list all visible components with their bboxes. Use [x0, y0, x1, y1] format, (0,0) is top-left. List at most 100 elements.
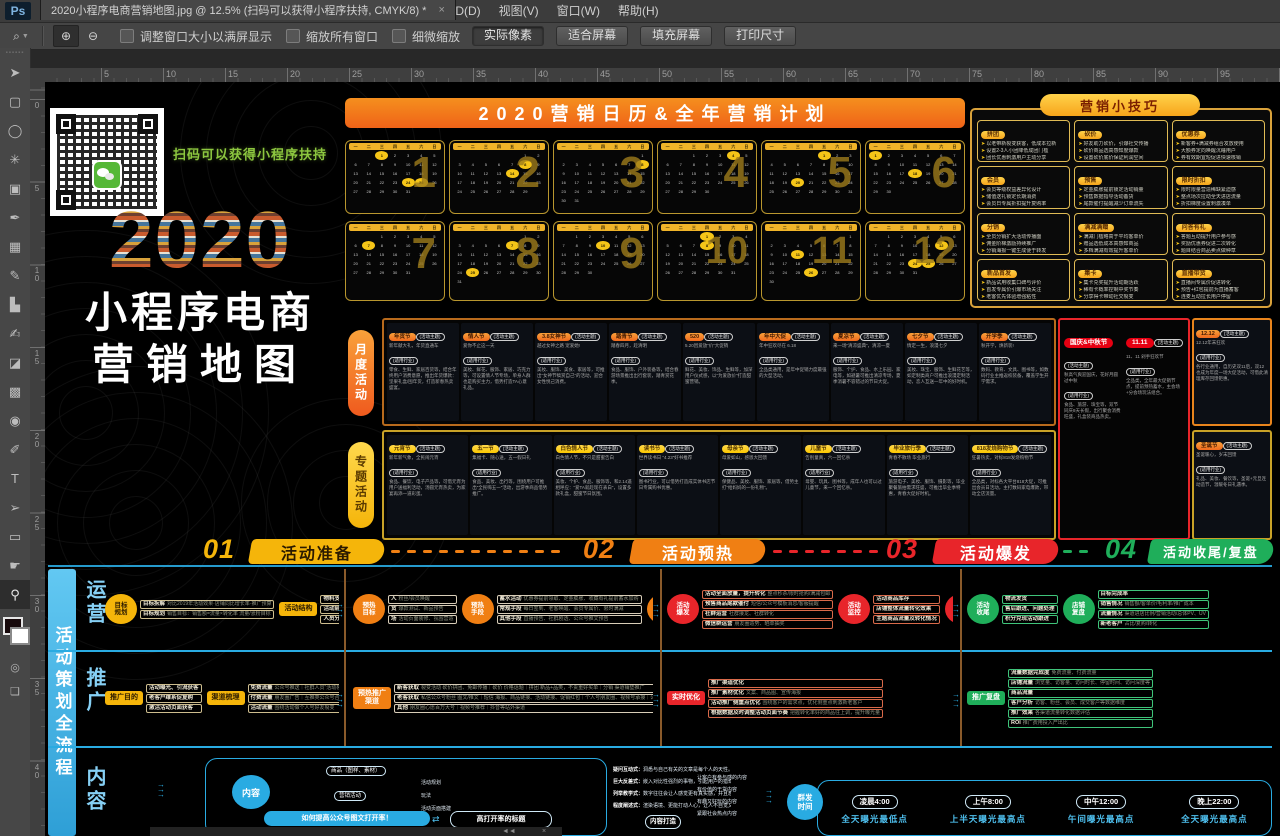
checkbox[interactable]	[392, 29, 406, 43]
mindmap-items: 人粉丝/会员唤醒货爆款测试、新品预告场活动页面装修、氛围营造	[388, 595, 457, 624]
type-tool[interactable]: T	[0, 464, 30, 493]
quick-mask-button[interactable]: ◎	[0, 655, 30, 679]
industry-tag: (适用行业)	[907, 357, 936, 365]
path-select-tool[interactable]: ➢	[0, 493, 30, 522]
options-button[interactable]: 实际像素	[472, 26, 544, 46]
hand-tool[interactable]: ☛	[0, 551, 30, 580]
tip-card: 集卡➤集卡兑奖提升活动期活跃➤稀有卡概率控制中奖节奏➤分享得卡带动社交裂变	[1074, 259, 1167, 301]
send-time-caption: 午间曝光最高点	[1045, 813, 1158, 825]
menu-item[interactable]: 视图(V)	[490, 0, 548, 22]
checkbox[interactable]	[286, 29, 300, 43]
theme-tag: (活动主题)	[791, 333, 820, 341]
dash-decoration	[503, 550, 512, 553]
bottom-mini-bar[interactable]: ◄◄ ×	[150, 827, 562, 836]
mindmap-items: 活动全面放量，提升转化整点秒杀/限时抢购/满减包邮预售商品尾款催付短信/公众号模…	[702, 590, 833, 629]
mindmap-item: 目标拆解对比2019年活动效果·店铺同比增长率·推广预算	[140, 600, 274, 609]
triple-arrow-icon: →→→	[157, 782, 165, 797]
close-tab-icon[interactable]: ×	[438, 4, 444, 16]
background-color-swatch[interactable]	[10, 627, 30, 645]
document-canvas[interactable]: 扫码可以获得小程序扶持 2020 小程序电商 营销地图 2020营销日历&全年营…	[45, 82, 1280, 836]
mindmap-items: 物料支持预热期/爆发期物料设计活动启动会资源工具+包装+氛围+复盘人员分工运营/…	[320, 595, 339, 624]
tip-line: ➤好友助力砍价，引爆社交传播	[1078, 141, 1163, 148]
phase-banner: 活动预热	[629, 539, 767, 564]
brush-tool[interactable]: ✎	[0, 261, 30, 290]
tip-card: 会员➤会员等级权益差异化设计➤储值送礼锁定长期消费➤会员日专属折扣提升复购率	[977, 166, 1070, 208]
big-promo-title: 11.11	[1126, 338, 1154, 348]
industry-tag: (适用行业)	[1126, 368, 1155, 376]
options-button[interactable]: 适合屏幕	[556, 26, 628, 46]
eyedropper-tool[interactable]: ✒	[0, 203, 30, 232]
clone-stamp-tool[interactable]: ▙	[0, 290, 30, 319]
dash-decoration	[1063, 550, 1072, 553]
content-build-line: 有价值的干货内容	[697, 786, 793, 794]
marquee-tool[interactable]: ▢	[0, 87, 30, 116]
options-button[interactable]: 打印尺寸	[724, 26, 796, 46]
tip-line: ➤定金膨胀提前锁定活动销量	[1078, 187, 1163, 194]
theme-tag: (活动主题)	[1064, 362, 1093, 370]
rewind-icon[interactable]: ◄◄	[502, 827, 516, 836]
document-tab-bar: 2020小程序电商营销地图.jpg @ 12.5% (扫码可以获得小程序扶持, …	[0, 50, 1280, 70]
ruler-label: 10	[166, 69, 176, 79]
ruler-label: 5	[32, 185, 42, 193]
magic-wand-tool[interactable]: ✳	[0, 145, 30, 174]
history-brush-tool[interactable]: ✍	[0, 319, 30, 348]
blur-tool[interactable]: ◉	[0, 406, 30, 435]
mindmap-items: 活动曝光、引流获客老客户维系促复购激活活动页面获客	[146, 684, 202, 713]
options-button[interactable]: 填充屏幕	[640, 26, 712, 46]
tip-card: 预售➤定金膨胀提前锁定活动销量➤预售数据指导活动备货➤尾款催付提醒减少订单流失	[1074, 166, 1167, 208]
lasso-tool[interactable]: ◯	[0, 116, 30, 145]
menu-item[interactable]: 帮助(H)	[609, 0, 668, 22]
industry-text: 全品类，对标各大平台818大促，可推出会员日活动，主打数码家电爆款，带动全店流量…	[972, 479, 1049, 497]
content-build-line: 紧跟社会热点内容	[697, 810, 793, 818]
document-tab[interactable]: 2020小程序电商营销地图.jpg @ 12.5% (扫码可以获得小程序扶持, …	[40, 0, 456, 20]
calendar-banner: 2020营销日历&全年营销计划	[345, 98, 965, 128]
zoom-tool[interactable]: ⚲	[0, 580, 30, 609]
vertical-ruler[interactable]: 051 01 52 02 53 03 54 0	[30, 82, 46, 836]
tip-title: 限时折扣	[1176, 177, 1212, 185]
screen-mode-button[interactable]: ❏	[0, 679, 30, 703]
horizontal-ruler[interactable]: 5101520253035404550556065707580859095	[45, 68, 1280, 83]
operations-mindmap: 目标 规划目标拆解对比2019年活动效果·店铺同比增长率·推广预算目标规划销售目…	[105, 572, 339, 646]
industry-text: 数码、教育、文具、图书等，如数码行业主推返校装备，覆盖学生开学需求。	[981, 367, 1049, 385]
calendar-month: 一二三四五六日123456789101112131415161718192021…	[553, 140, 653, 214]
crop-tool[interactable]: ▣	[0, 174, 30, 203]
pen-tool[interactable]: ✐	[0, 435, 30, 464]
double12-box: 12.12(活动主题)12.12年末狂欢(适用行业)各行业通用，自历史双11后，…	[1192, 318, 1272, 426]
industry-text: 保健品、美妆、服饰、家居等，借势主打“给妈妈的一份礼物”。	[722, 479, 799, 491]
gradient-tool[interactable]: ▩	[0, 377, 30, 406]
document-tab-title: 2020小程序电商营销地图.jpg @ 12.5% (扫码可以获得小程序扶持, …	[51, 2, 426, 18]
zoom-tool-preset[interactable]: ⌕▼	[8, 26, 34, 46]
content-mindmap-box: 内容商品（图样、素材）营销活动活动规划玩法活动页面搭建如何提高公众号图文打开率！…	[205, 758, 607, 836]
mindmap-root: 活动 收尾	[967, 594, 999, 624]
theme-text: 青春不散场 毕业旅行	[889, 455, 966, 461]
activity-title: 七夕节	[907, 333, 934, 341]
mindmap-root: 活动 监控	[838, 594, 870, 624]
zoom-in-button[interactable]: ⊕	[53, 25, 79, 47]
checkbox[interactable]	[120, 29, 134, 43]
calendar-weekday-header: 一二三四五六日	[765, 224, 857, 231]
activity-title: 520	[685, 333, 704, 341]
activity-column: 年货节(活动主题)新年献大礼，年货直通车(适用行业)零食、生鲜、家居百货等，结合…	[387, 323, 459, 421]
activity-title: 圣诞节	[1196, 442, 1223, 450]
menu-item[interactable]: 窗口(W)	[548, 0, 609, 22]
calendar-month: 一二三四五六日123456789101112131415161718192021…	[865, 140, 965, 214]
theme-tag: (活动主题)	[832, 445, 861, 453]
shape-tool[interactable]: ▭	[0, 522, 30, 551]
color-swatches[interactable]	[0, 615, 30, 655]
activity-column: 开学季(活动主题)秋开学，焕新装!(适用行业)数码、教育、文具、图书等，如数码行…	[979, 323, 1051, 421]
activity-column: 儿童节(活动主题)告别童真，六一回忆杀(适用行业)母婴、玩具、图书等，成年人也可…	[803, 435, 884, 535]
patch-tool[interactable]: ▦	[0, 232, 30, 261]
operations-mindmap: 预热 目标人粉丝/会员唤醒货爆款测试、新品预告场活动页面装修、氛围营造预热 手段…	[353, 572, 653, 646]
openrate-pill: 如何提高公众号图文打开率！	[264, 811, 430, 826]
panel-grip[interactable]: ▪▪▪▪▪▪	[0, 48, 30, 58]
theme-text: 越过女神之路 宠爱她!	[537, 343, 605, 349]
zoom-out-button[interactable]: ⊖	[81, 26, 105, 46]
activity-column: 白色情人节(活动主题)白色情人节，不只是甜蜜告白(适用行业)美妆、个护、食品、服…	[554, 435, 635, 535]
theme-text: 新年献大礼，年货直通车	[389, 343, 457, 349]
eraser-tool[interactable]: ◪	[0, 348, 30, 377]
calendar-month: 一二三四五六日123456789101112131415161718192021…	[865, 221, 965, 301]
move-tool[interactable]: ➤	[0, 58, 30, 87]
dash-decoration	[853, 550, 862, 553]
tip-line: ➤分享得卡带动社交裂变	[1078, 294, 1163, 301]
close-icon[interactable]: ×	[542, 827, 546, 836]
